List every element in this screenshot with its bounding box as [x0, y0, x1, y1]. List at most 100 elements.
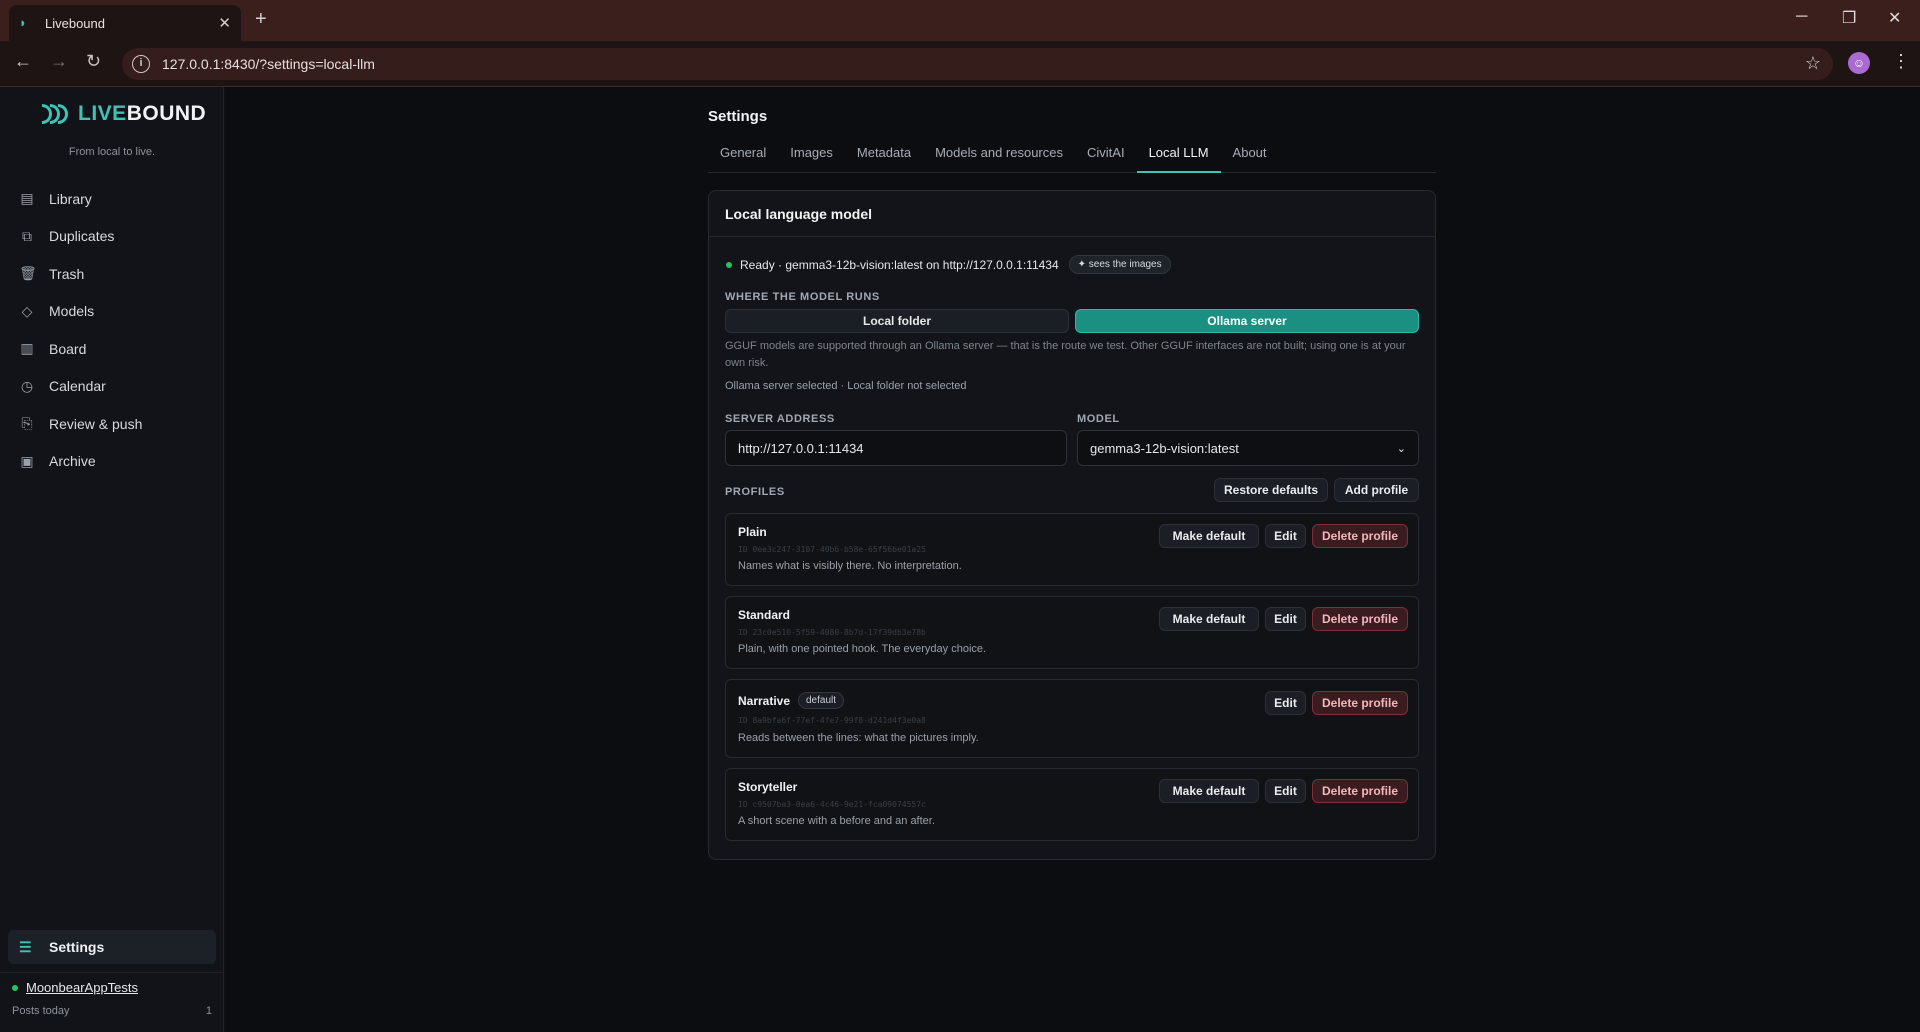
address-bar[interactable]: i 127.0.0.1:8430/?settings=local-llm ☆ — [122, 48, 1833, 80]
ready-status-icon — [726, 261, 732, 268]
browser-tab[interactable]: ◗ Livebound ✕ — [9, 5, 241, 41]
site-info-icon[interactable]: i — [132, 55, 150, 73]
settings-sliders-icon: ☰ — [19, 938, 32, 955]
online-status-icon — [12, 984, 18, 991]
server-address-input[interactable]: http://127.0.0.1:11434 — [725, 430, 1067, 466]
brand-logo[interactable]: LIVEBOUND — [40, 101, 206, 127]
tagline: From local to live. — [68, 146, 156, 158]
board-icon: ▥ — [20, 340, 34, 357]
sidebar-item-settings[interactable]: ☰ Settings — [8, 930, 216, 964]
delete-profile-button[interactable]: Delete profile — [1312, 524, 1408, 548]
edit-profile-button[interactable]: Edit — [1265, 524, 1306, 548]
vision-capability-badge: ✦ sees the images — [1068, 255, 1171, 274]
close-window-icon[interactable]: ✕ — [1888, 8, 1901, 28]
sidebar-item-label: Calendar — [49, 378, 106, 395]
sidebar-item-archive[interactable]: ▣ Archive — [8, 443, 216, 481]
browser-menu-icon[interactable]: ⋮ — [1892, 51, 1910, 72]
make-default-button[interactable]: Make default — [1159, 607, 1259, 631]
add-profile-button[interactable]: Add profile — [1334, 478, 1419, 502]
sidebar: LIVEBOUND From local to live. ▤ Library … — [0, 87, 224, 1032]
sidebar-item-trash[interactable]: 🗑 Trash — [8, 255, 216, 293]
edit-profile-button[interactable]: Edit — [1265, 607, 1306, 631]
sidebar-item-label: Board — [49, 340, 87, 357]
profile-id: ID 0ee3c247-3107-40b6-b58e-65f56be01a25 — [738, 545, 926, 554]
tab-metadata[interactable]: Metadata — [845, 138, 923, 173]
restore-icon[interactable]: ❐ — [1842, 8, 1856, 28]
posts-today-count: 1 — [205, 1005, 212, 1017]
calendar-icon: ◷ — [20, 377, 34, 394]
tab-images[interactable]: Images — [778, 138, 845, 173]
make-default-button[interactable]: Make default — [1159, 524, 1259, 548]
model-label: MODEL — [1077, 413, 1120, 425]
default-badge: default — [798, 692, 845, 709]
where-model-runs-label: WHERE THE MODEL RUNS — [725, 291, 880, 303]
sidebar-item-review-push[interactable]: ⎘ Review & push — [8, 405, 216, 443]
sidebar-item-calendar[interactable]: ◷ Calendar — [8, 368, 216, 406]
duplicates-icon: ⧉ — [22, 227, 32, 244]
delete-profile-button[interactable]: Delete profile — [1312, 779, 1408, 803]
local-folder-option[interactable]: Local folder — [725, 309, 1069, 333]
model-select-value: gemma3-12b-vision:latest — [1090, 440, 1239, 456]
profile-card-storyteller: Storyteller ID c9507ba3-0ea6-4c46-9e21-f… — [725, 768, 1419, 841]
delete-profile-button[interactable]: Delete profile — [1312, 607, 1408, 631]
make-default-button[interactable]: Make default — [1159, 779, 1259, 803]
edit-profile-button[interactable]: Edit — [1265, 691, 1306, 715]
gguf-help-text: GGUF models are supported through an Oll… — [725, 340, 1406, 369]
bookmark-star-icon[interactable]: ☆ — [1805, 53, 1821, 74]
sidebar-item-label: Models — [49, 303, 95, 320]
profile-description: Names what is visibly there. No interpre… — [738, 560, 962, 572]
library-icon: ▤ — [20, 190, 34, 207]
tab-general[interactable]: General — [708, 138, 778, 173]
profile-id: ID c9507ba3-0ea6-4c46-9e21-fca09074557c — [738, 800, 926, 809]
delete-profile-button[interactable]: Delete profile — [1312, 691, 1408, 715]
close-tab-icon[interactable]: ✕ — [218, 14, 231, 32]
model-status: Ready · gemma3-12b-vision:latest on http… — [726, 255, 1171, 274]
profile-card-plain: Plain ID 0ee3c247-3107-40b6-b58e-65f56be… — [725, 513, 1419, 586]
minimize-icon[interactable]: ─ — [1796, 8, 1807, 26]
page-title: Settings — [708, 108, 768, 125]
tab-about[interactable]: About — [1221, 138, 1279, 173]
sidebar-item-models[interactable]: ◇ Models — [8, 293, 216, 331]
tab-title: Livebound — [45, 15, 105, 31]
account-link[interactable]: MoonbearAppTests — [12, 980, 138, 995]
sidebar-item-board[interactable]: ▥ Board — [8, 330, 216, 368]
sidebar-item-label: Settings — [49, 939, 105, 955]
forward-icon[interactable]: → — [50, 51, 68, 72]
selection-note: Ollama server selected · Local folder no… — [725, 380, 967, 392]
tab-local-llm[interactable]: Local LLM — [1136, 138, 1221, 173]
edit-profile-button[interactable]: Edit — [1265, 779, 1306, 803]
sidebar-item-label: Trash — [49, 265, 85, 282]
new-tab-icon[interactable]: + — [255, 8, 267, 31]
server-address-label: SERVER ADDRESS — [725, 413, 835, 425]
profile-id: ID 8a9bfa6f-77ef-4fe7-99f8-d241d4f3e0a8 — [738, 716, 926, 725]
back-icon[interactable]: ← — [14, 51, 32, 72]
browser-tab-bar: ◗ Livebound ✕ + ─ ❐ ✕ — [0, 0, 1920, 41]
profile-description: A short scene with a before and an after… — [738, 815, 935, 827]
reload-icon[interactable]: ↻ — [86, 51, 101, 72]
sidebar-item-label: Duplicates — [49, 228, 115, 245]
archive-icon: ▣ — [20, 452, 34, 469]
chevron-down-icon: ⌄ — [1396, 442, 1406, 455]
sidebar-item-label: Review & push — [49, 415, 143, 432]
profile-card-standard: Standard ID 23c0e510-5f59-4080-8b7d-17f3… — [725, 596, 1419, 669]
server-address-value: http://127.0.0.1:11434 — [738, 440, 864, 456]
models-icon: ◇ — [21, 302, 33, 319]
sidebar-item-duplicates[interactable]: ⧉ Duplicates — [8, 218, 216, 256]
posts-today-label: Posts today — [12, 1005, 70, 1017]
sidebar-divider — [0, 972, 224, 973]
profile-card-narrative: Narrative default ID 8a9bfa6f-77ef-4fe7-… — [725, 679, 1419, 758]
ollama-server-option[interactable]: Ollama server — [1075, 309, 1419, 333]
restore-defaults-button[interactable]: Restore defaults — [1214, 478, 1328, 502]
url-text: 127.0.0.1:8430/?settings=local-llm — [162, 56, 375, 72]
profile-name: Storyteller — [738, 780, 798, 794]
trash-icon: 🗑 — [19, 265, 37, 282]
model-select[interactable]: gemma3-12b-vision:latest ⌄ — [1077, 430, 1419, 466]
sidebar-item-library[interactable]: ▤ Library — [8, 180, 216, 218]
posts-today: Posts today 1 — [12, 1005, 212, 1017]
livebound-logo-icon — [40, 101, 74, 127]
main-area: Settings General Images Metadata Models … — [225, 87, 1920, 1032]
profile-avatar-icon[interactable]: ☺ — [1848, 52, 1870, 74]
status-text: Ready · gemma3-12b-vision:latest on http… — [740, 257, 1059, 272]
tab-models-and-resources[interactable]: Models and resources — [923, 138, 1075, 173]
tab-civitai[interactable]: CivitAI — [1075, 138, 1137, 173]
